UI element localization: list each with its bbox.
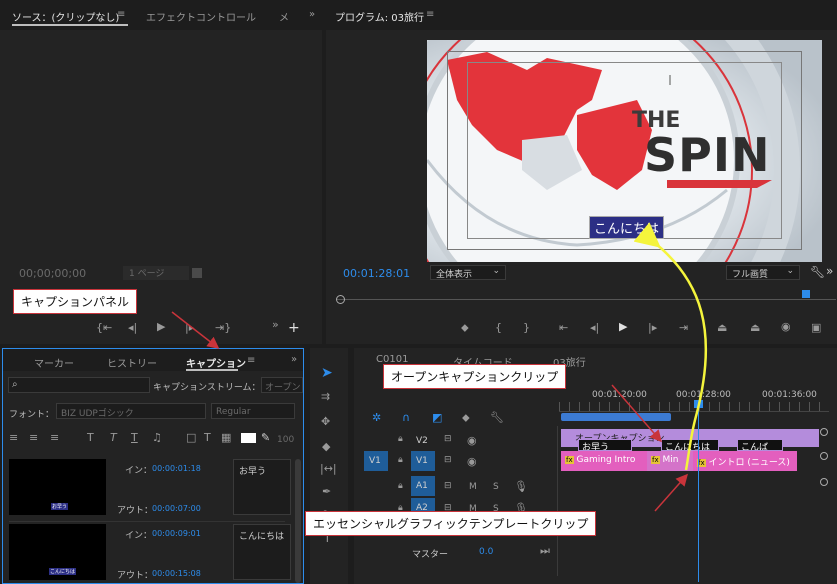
- callout-essential-graphics-clip: エッセンシャルグラフィックテンプレートクリップ: [305, 511, 597, 536]
- callout-open-caption-clip: オープンキャプションクリップ: [383, 364, 567, 389]
- callout-caption-panel: キャプションパネル: [13, 289, 138, 314]
